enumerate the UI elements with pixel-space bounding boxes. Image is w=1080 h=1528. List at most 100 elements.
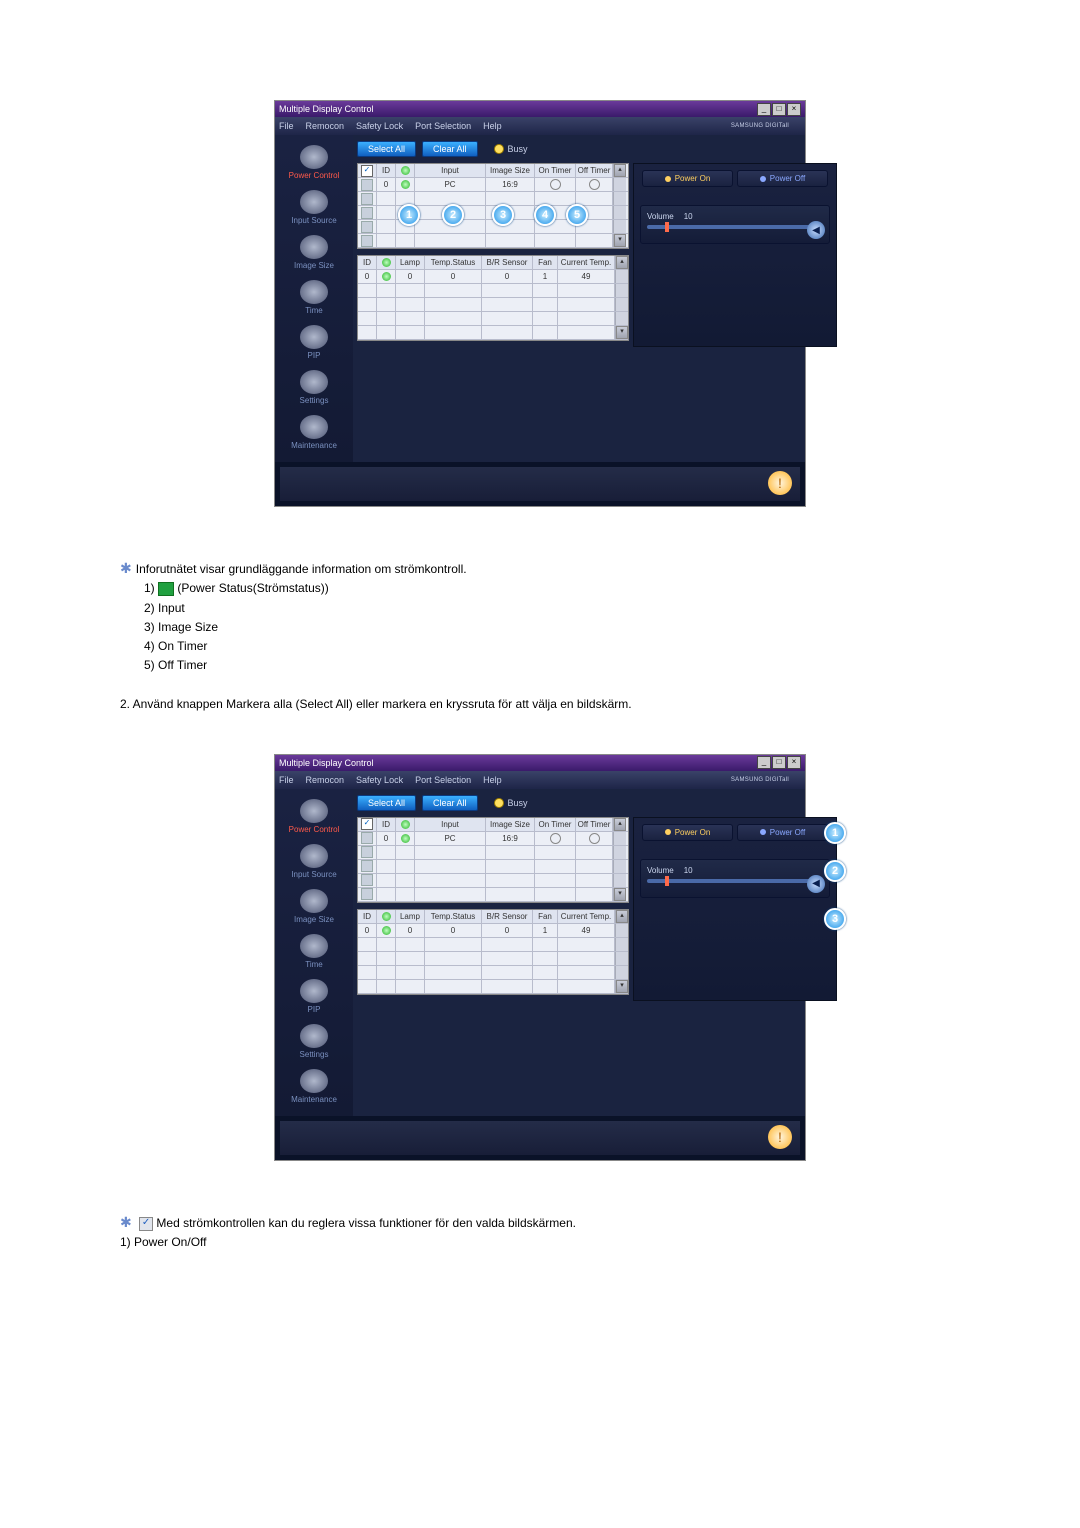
- sidebar-item-power-control[interactable]: Power Control: [275, 795, 353, 840]
- window-titlebar: Multiple Display Control _ □ ×: [275, 101, 805, 117]
- select-all-button[interactable]: Select All: [357, 795, 416, 811]
- menu-safety-lock[interactable]: Safety Lock: [356, 775, 403, 785]
- sidebar-item-settings[interactable]: Settings: [275, 1020, 353, 1065]
- grid-row-check[interactable]: [358, 178, 377, 191]
- grid-cell-input: PC: [415, 178, 486, 191]
- menu-help[interactable]: Help: [483, 775, 502, 785]
- menu-remocon[interactable]: Remocon: [306, 121, 345, 131]
- power-on-button[interactable]: Power On: [642, 824, 733, 841]
- menu-port-selection[interactable]: Port Selection: [415, 775, 471, 785]
- busy-indicator-icon: [494, 798, 504, 808]
- screenshot-2: Multiple Display Control _ □ × File Remo…: [274, 754, 806, 1161]
- sidebar-item-power-control[interactable]: Power Control: [275, 141, 353, 186]
- image-size-icon: [300, 889, 328, 913]
- scroll-down-button[interactable]: ▾: [616, 980, 628, 993]
- screenshot-1: Multiple Display Control _ □ × File Remo…: [274, 100, 806, 507]
- scroll-up-button[interactable]: ▴: [614, 164, 626, 177]
- power-off-dot-icon: [760, 829, 766, 835]
- volume-control[interactable]: Volume 10 ◀: [640, 859, 830, 898]
- speaker-icon[interactable]: ◀: [807, 221, 825, 239]
- callout-2: 2: [442, 204, 464, 226]
- image-size-icon: [300, 235, 328, 259]
- volume-control[interactable]: Volume 10 ◀: [640, 205, 830, 244]
- grid2-header-br-sensor: B/R Sensor: [482, 256, 533, 269]
- close-button[interactable]: ×: [787, 756, 801, 769]
- speaker-icon[interactable]: ◀: [807, 875, 825, 893]
- list-item: 1) Power On/Off: [120, 1233, 1020, 1252]
- list-item: Input: [158, 601, 185, 615]
- sidebar-item-maintenance[interactable]: Maintenance: [275, 411, 353, 456]
- power-on-button[interactable]: Power On: [642, 170, 733, 187]
- sidebar-item-image-size[interactable]: Image Size: [275, 885, 353, 930]
- select-all-button[interactable]: Select All: [357, 141, 416, 157]
- grid-header-check[interactable]: ✓: [358, 164, 377, 177]
- sidebar-item-pip[interactable]: PIP: [275, 321, 353, 366]
- time-icon: [300, 280, 328, 304]
- grid2-cell-current-temp: 49: [558, 924, 615, 937]
- sidebar-item-maintenance[interactable]: Maintenance: [275, 1065, 353, 1110]
- clear-all-button[interactable]: Clear All: [422, 141, 478, 157]
- maximize-button[interactable]: □: [772, 103, 786, 116]
- callout-3: 3: [824, 908, 846, 930]
- list-item: Off Timer: [158, 658, 207, 672]
- toolbar: Select All Clear All Busy: [357, 795, 837, 811]
- sidebar-item-label: Input Source: [291, 870, 336, 879]
- grid-header-image-size: Image Size: [486, 818, 535, 831]
- grid-row-check[interactable]: [358, 832, 377, 845]
- menu-file[interactable]: File: [279, 775, 294, 785]
- sidebar-item-label: Input Source: [291, 216, 336, 225]
- list-prefix: 1): [144, 581, 155, 595]
- scroll-up-button[interactable]: ▴: [616, 256, 628, 269]
- scroll-up-button[interactable]: ▴: [616, 910, 628, 923]
- power-on-label: Power On: [675, 174, 711, 183]
- sidebar-item-time[interactable]: Time: [275, 930, 353, 975]
- menu-file[interactable]: File: [279, 121, 294, 131]
- maximize-button[interactable]: □: [772, 756, 786, 769]
- window-titlebar: Multiple Display Control _ □ ×: [275, 755, 805, 771]
- grid2-header-current-temp: Current Temp.: [558, 256, 615, 269]
- power-off-label: Power Off: [770, 174, 805, 183]
- sidebar-item-label: Settings: [300, 1050, 329, 1059]
- close-button[interactable]: ×: [787, 103, 801, 116]
- scroll-up-button[interactable]: ▴: [614, 818, 626, 831]
- menu-remocon[interactable]: Remocon: [306, 775, 345, 785]
- star-icon: ✱: [120, 1214, 132, 1230]
- minimize-button[interactable]: _: [757, 103, 771, 116]
- sidebar-item-label: Maintenance: [291, 441, 337, 450]
- grid2-cell-br-sensor: 0: [482, 270, 533, 283]
- scroll-down-button[interactable]: ▾: [616, 326, 628, 339]
- minimize-button[interactable]: _: [757, 756, 771, 769]
- sidebar-item-image-size[interactable]: Image Size: [275, 231, 353, 276]
- step-text: 2. Använd knappen Markera alla (Select A…: [120, 695, 1020, 714]
- alert-icon: !: [768, 471, 792, 495]
- sidebar-item-pip[interactable]: PIP: [275, 975, 353, 1020]
- scroll-down-button[interactable]: ▾: [614, 234, 626, 247]
- menu-help[interactable]: Help: [483, 121, 502, 131]
- scroll-down-button[interactable]: ▾: [614, 888, 626, 901]
- status-grid: ID Lamp Temp.Status B/R Sensor Fan Curre…: [357, 909, 629, 995]
- power-off-button[interactable]: Power Off: [737, 170, 828, 187]
- sidebar-item-settings[interactable]: Settings: [275, 366, 353, 411]
- description-block-1: ✱Inforutnätet visar grundläggande inform…: [120, 557, 1020, 714]
- grid2-header-fan: Fan: [533, 256, 558, 269]
- grid2-header-power: [377, 910, 396, 923]
- sidebar-item-time[interactable]: Time: [275, 276, 353, 321]
- grid-cell-power: [396, 832, 415, 845]
- power-on-dot-icon: [665, 829, 671, 835]
- volume-slider[interactable]: [647, 225, 823, 229]
- sidebar-item-label: PIP: [308, 351, 321, 360]
- clear-all-button[interactable]: Clear All: [422, 795, 478, 811]
- sidebar-item-input-source[interactable]: Input Source: [275, 840, 353, 885]
- grid2-cell-id: 0: [358, 924, 377, 937]
- menu-port-selection[interactable]: Port Selection: [415, 121, 471, 131]
- grid-header-check[interactable]: ✓: [358, 818, 377, 831]
- menu-safety-lock[interactable]: Safety Lock: [356, 121, 403, 131]
- volume-slider[interactable]: [647, 879, 823, 883]
- settings-icon: [300, 370, 328, 394]
- grid-cell-on-timer: [535, 178, 576, 191]
- busy-label: Busy: [508, 144, 528, 154]
- grid2-cell-lamp: 0: [396, 270, 425, 283]
- callout-5: 5: [566, 204, 588, 226]
- sidebar-item-input-source[interactable]: Input Source: [275, 186, 353, 231]
- power-off-button[interactable]: Power Off: [737, 824, 828, 841]
